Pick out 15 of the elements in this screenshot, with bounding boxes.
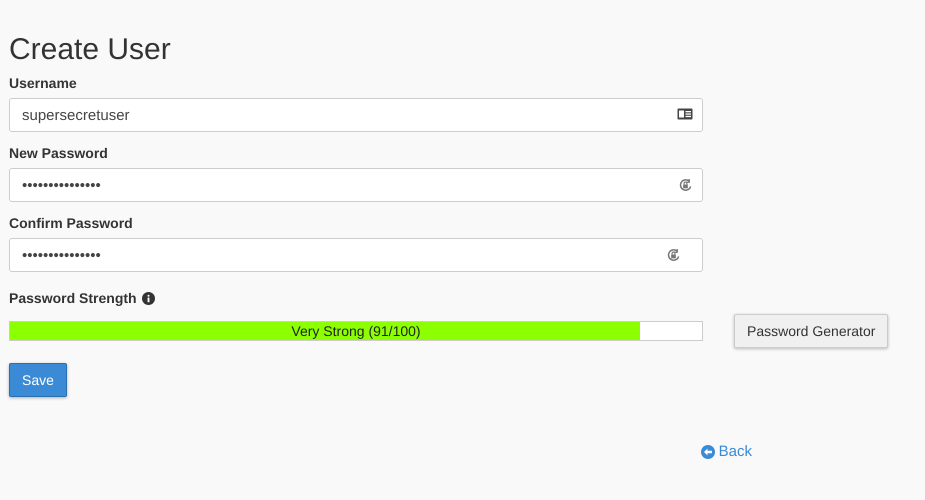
input-field[interactable]: ••••••••••••••• bbox=[9, 238, 703, 272]
save-button[interactable]: Save bbox=[9, 363, 67, 397]
strength-label: Password Strength bbox=[9, 289, 137, 308]
field-label: Confirm Password bbox=[9, 214, 133, 233]
info-icon[interactable] bbox=[142, 292, 155, 304]
lock-refresh-icon[interactable] bbox=[678, 178, 693, 193]
input-field[interactable]: ••••••••••••••• bbox=[9, 168, 703, 202]
field-label: New Password bbox=[9, 144, 108, 163]
password-generator-button[interactable]: Password Generator bbox=[734, 314, 888, 348]
lock-refresh-icon[interactable] bbox=[666, 248, 681, 263]
strength-reading: Very Strong (91/100) bbox=[290, 322, 422, 340]
id-card-icon bbox=[677, 108, 693, 120]
input-field[interactable]: supersecretuser bbox=[9, 98, 703, 132]
field-label: Username bbox=[9, 74, 77, 93]
page-title: Create User bbox=[9, 32, 171, 68]
